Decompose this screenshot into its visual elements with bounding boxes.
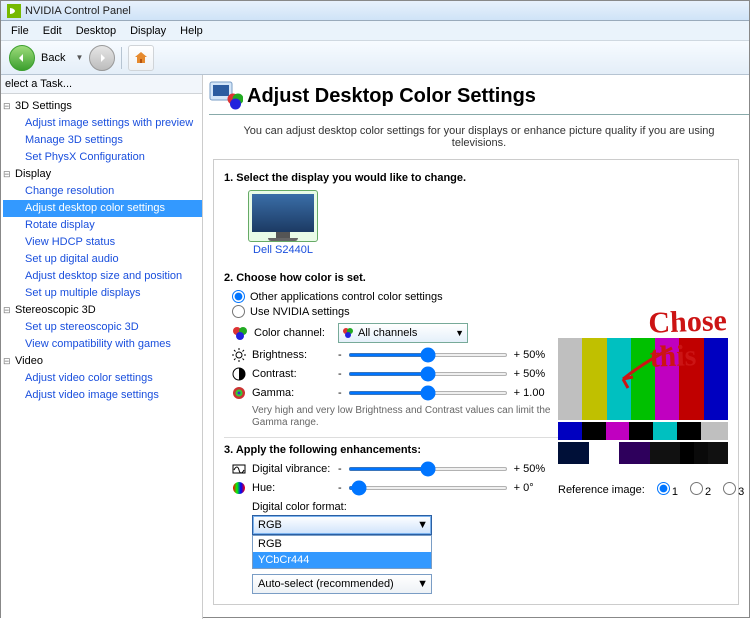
- tree-item-manage-3d[interactable]: Manage 3D settings: [3, 132, 202, 149]
- sidebar: elect a Task... 3D Settings Adjust image…: [1, 75, 203, 619]
- back-label: Back: [41, 52, 65, 64]
- tree: 3D Settings Adjust image settings with p…: [1, 94, 202, 404]
- forward-button[interactable]: [89, 45, 115, 71]
- gamma-label: Gamma:: [252, 387, 294, 399]
- dcf-label: Digital color format:: [252, 501, 728, 513]
- gamma-note: Very high and very low Brightness and Co…: [252, 405, 552, 429]
- tree-group-3d-settings[interactable]: 3D Settings: [3, 98, 202, 115]
- home-icon: [133, 50, 149, 66]
- contrast-value: + 50%: [514, 368, 560, 380]
- dcf-option-ycbcr444[interactable]: YCbCr444: [253, 552, 431, 568]
- hue-icon: [232, 481, 246, 495]
- tree-group-display[interactable]: Display: [3, 166, 202, 183]
- pluge-bars: [558, 442, 728, 464]
- tree-item-desktop-size[interactable]: Adjust desktop size and position: [3, 268, 202, 285]
- page-header: Adjust Desktop Color Settings: [209, 81, 749, 115]
- vibrance-value: + 50%: [514, 463, 560, 475]
- rgb-small-icon: [342, 327, 354, 339]
- contrast-label: Contrast:: [252, 368, 297, 380]
- chevron-down-icon: ▼: [417, 519, 428, 531]
- contrast-slider[interactable]: [348, 372, 508, 376]
- page-title: Adjust Desktop Color Settings: [247, 85, 536, 108]
- brightness-label: Brightness:: [252, 349, 307, 361]
- tree-item-setup-stereo[interactable]: Set up stereoscopic 3D: [3, 319, 202, 336]
- radio-nvidia-label: Use NVIDIA settings: [250, 306, 350, 318]
- tree-item-physx[interactable]: Set PhysX Configuration: [3, 149, 202, 166]
- home-button[interactable]: [128, 45, 154, 71]
- menu-edit[interactable]: Edit: [37, 23, 68, 39]
- nvidia-logo-icon: [7, 4, 21, 18]
- tree-item-rotate-display[interactable]: Rotate display: [3, 217, 202, 234]
- contrast-icon: [232, 367, 246, 381]
- ref-radio-1[interactable]: 1: [653, 482, 678, 498]
- hue-label: Hue:: [252, 482, 275, 494]
- tree-item-adjust-desktop-color[interactable]: Adjust desktop color settings: [3, 200, 202, 217]
- section2-title: 2. Choose how color is set.: [224, 272, 728, 284]
- vibrance-icon: [232, 462, 246, 476]
- tree-group-stereo-3d[interactable]: Stereoscopic 3D: [3, 302, 202, 319]
- ref-radio-3[interactable]: 3: [719, 482, 744, 498]
- radio-nvidia[interactable]: [232, 305, 245, 318]
- dcf-option-rgb[interactable]: RGB: [253, 536, 431, 552]
- vibrance-label: Digital vibrance:: [252, 463, 330, 475]
- chevron-down-icon: ▼: [417, 578, 428, 590]
- color-bars-small: [558, 422, 728, 440]
- brightness-icon: [232, 348, 246, 362]
- menu-display[interactable]: Display: [124, 23, 172, 39]
- back-dropdown-icon[interactable]: ▼: [75, 53, 83, 62]
- reference-image-panel: Reference image: 1 2 3: [558, 338, 728, 498]
- toolbar-separator: [121, 47, 122, 69]
- monitor-name: Dell S2440L: [238, 244, 328, 256]
- brightness-slider[interactable]: [348, 353, 508, 357]
- menu-bar: File Edit Desktop Display Help: [1, 21, 749, 41]
- menu-help[interactable]: Help: [174, 23, 209, 39]
- settings-panel: 1. Select the display you would like to …: [213, 159, 739, 605]
- color-channel-dropdown[interactable]: All channels ▼: [338, 323, 468, 343]
- tree-item-video-color[interactable]: Adjust video color settings: [3, 370, 202, 387]
- reference-image-label: Reference image:: [558, 484, 645, 496]
- hue-slider[interactable]: [348, 486, 508, 490]
- window-title: NVIDIA Control Panel: [25, 5, 131, 17]
- vibrance-slider[interactable]: [348, 467, 508, 471]
- rgb-icon: [232, 325, 248, 341]
- digital-color-format-dropdown[interactable]: RGB ▼: [252, 515, 432, 535]
- tree-item-hdcp-status[interactable]: View HDCP status: [3, 234, 202, 251]
- radio-other-apps[interactable]: [232, 290, 245, 303]
- content-type-dropdown[interactable]: Auto-select (recommended) ▼: [252, 574, 432, 594]
- gamma-slider[interactable]: [348, 391, 508, 395]
- toolbar: Back ▼: [1, 41, 749, 75]
- tree-item-video-image[interactable]: Adjust video image settings: [3, 387, 202, 404]
- color-bars: [558, 338, 728, 420]
- hue-value: + 0°: [514, 482, 560, 494]
- ref-radio-2[interactable]: 2: [686, 482, 711, 498]
- arrow-left-icon: [16, 52, 28, 64]
- tree-group-video[interactable]: Video: [3, 353, 202, 370]
- tree-item-digital-audio[interactable]: Set up digital audio: [3, 251, 202, 268]
- chevron-down-icon: ▼: [455, 328, 464, 338]
- tree-item-multiple-displays[interactable]: Set up multiple displays: [3, 285, 202, 302]
- intro-text: You can adjust desktop color settings fo…: [209, 115, 749, 149]
- content: Adjust Desktop Color Settings You can ad…: [203, 75, 749, 619]
- brightness-value: + 50%: [514, 349, 560, 361]
- tree-item-change-resolution[interactable]: Change resolution: [3, 183, 202, 200]
- gamma-icon: [232, 386, 246, 400]
- dcf-options-list: RGB YCbCr444: [252, 535, 432, 569]
- section1-title: 1. Select the display you would like to …: [224, 172, 728, 184]
- radio-other-label: Other applications control color setting…: [250, 291, 443, 303]
- arrow-right-icon: [96, 52, 108, 64]
- menu-file[interactable]: File: [5, 23, 35, 39]
- gamma-value: + 1.00: [514, 387, 560, 399]
- menu-desktop[interactable]: Desktop: [70, 23, 122, 39]
- window-titlebar: NVIDIA Control Panel: [1, 1, 749, 21]
- display-thumbnail[interactable]: Dell S2440L: [238, 190, 328, 256]
- tree-item-adjust-image-preview[interactable]: Adjust image settings with preview: [3, 115, 202, 132]
- tree-item-game-compat[interactable]: View compatibility with games: [3, 336, 202, 353]
- back-button[interactable]: [9, 45, 35, 71]
- color-channel-label: Color channel:: [254, 327, 325, 339]
- display-color-icon: [209, 81, 243, 111]
- task-label: elect a Task...: [1, 75, 202, 94]
